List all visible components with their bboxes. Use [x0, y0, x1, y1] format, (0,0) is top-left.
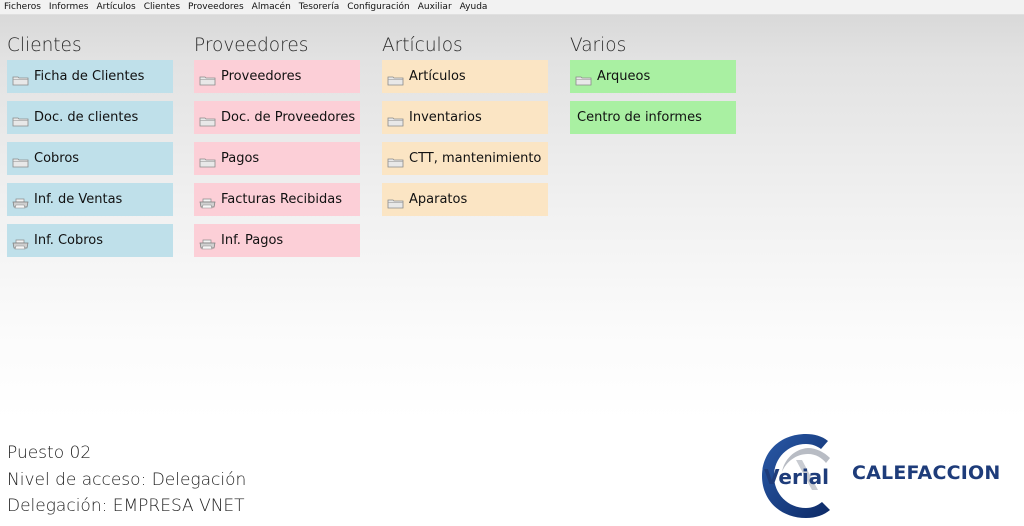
- tile-ctt-mantenimiento[interactable]: CTT, mantenimiento: [382, 142, 548, 175]
- menu-bar: Ficheros Informes Artículos Clientes Pro…: [0, 0, 1024, 15]
- folder-icon: [575, 71, 592, 86]
- tile-doc-de-clientes[interactable]: Doc. de clientes: [7, 101, 173, 134]
- folder-icon: [199, 112, 216, 127]
- printer-icon: [12, 235, 29, 250]
- status-panel: Puesto 02 Nivel de acceso: Delegación De…: [7, 440, 246, 520]
- tile-proveedores[interactable]: Proveedores: [194, 60, 360, 93]
- menu-proveedores[interactable]: Proveedores: [188, 2, 244, 12]
- tile-label: Aparatos: [409, 192, 468, 207]
- brand-name: CALEFACCION: [852, 462, 1001, 484]
- tile-label: Ficha de Clientes: [34, 69, 145, 84]
- tile-label: Arqueos: [597, 69, 651, 84]
- tile-label: Inf. Cobros: [34, 233, 104, 248]
- folder-icon: [12, 153, 29, 168]
- tile-label: Cobros: [34, 151, 80, 166]
- printer-icon: [199, 194, 216, 209]
- tile-arqueos[interactable]: Arqueos: [570, 60, 736, 93]
- menu-articulos[interactable]: Artículos: [97, 2, 136, 12]
- nivel-acceso-text: Nivel de acceso: Delegación: [7, 469, 247, 490]
- folder-icon: [387, 194, 404, 209]
- folder-icon: [387, 112, 404, 127]
- puesto-text: Puesto 02: [7, 443, 92, 463]
- tile-label: Proveedores: [221, 69, 302, 84]
- tile-label: Pagos: [221, 151, 260, 166]
- articulos-title: Artículos: [382, 35, 463, 56]
- folder-icon: [12, 71, 29, 86]
- tile-facturas-recibidas[interactable]: Facturas Recibidas: [194, 183, 360, 216]
- proveedores-title: Proveedores: [194, 35, 309, 56]
- varios-title: Varios: [570, 35, 627, 56]
- menu-ficheros[interactable]: Ficheros: [4, 2, 41, 12]
- folder-icon: [199, 71, 216, 86]
- folder-icon: [199, 153, 216, 168]
- menu-almacen[interactable]: Almacén: [252, 2, 291, 12]
- menu-clientes[interactable]: Clientes: [144, 2, 180, 12]
- menu-ayuda[interactable]: Ayuda: [460, 2, 488, 12]
- tile-ficha-de-clientes[interactable]: Ficha de Clientes: [7, 60, 173, 93]
- folder-icon: [387, 71, 404, 86]
- printer-icon: [12, 194, 29, 209]
- delegacion-text: Delegación: EMPRESA VNET: [7, 496, 245, 516]
- tile-label: Artículos: [409, 69, 466, 84]
- clientes-column: Clientes Ficha de Clientes Doc. de clien…: [7, 32, 173, 265]
- tile-centro-de-informes[interactable]: Centro de informes: [570, 101, 736, 134]
- tile-articulos[interactable]: Artículos: [382, 60, 548, 93]
- tile-label: Doc. de Proveedores: [221, 110, 356, 125]
- tile-pagos[interactable]: Pagos: [194, 142, 360, 175]
- printer-icon: [199, 235, 216, 250]
- tile-label: Inf. de Ventas: [34, 192, 123, 207]
- tile-label: Doc. de clientes: [34, 110, 139, 125]
- proveedores-column: Proveedores Proveedores Doc. de Proveedo…: [194, 32, 360, 265]
- tile-inf-de-ventas[interactable]: Inf. de Ventas: [7, 183, 173, 216]
- tile-cobros[interactable]: Cobros: [7, 142, 173, 175]
- menu-configuracion[interactable]: Configuración: [347, 2, 409, 12]
- verial-logo: Verial: [762, 434, 830, 518]
- clientes-title: Clientes: [7, 35, 82, 56]
- tile-label: Centro de informes: [577, 110, 702, 125]
- tile-inf-cobros[interactable]: Inf. Cobros: [7, 224, 173, 257]
- tile-label: Inf. Pagos: [221, 233, 284, 248]
- tile-label: Facturas Recibidas: [221, 192, 343, 207]
- tile-label: Inventarios: [409, 110, 482, 125]
- folder-icon: [387, 153, 404, 168]
- folder-icon: [12, 112, 29, 127]
- tile-label: CTT, mantenimiento: [409, 151, 542, 166]
- tile-inventarios[interactable]: Inventarios: [382, 101, 548, 134]
- logo-wordmark: Verial: [764, 465, 829, 489]
- varios-column: Varios Arqueos Centro de informes: [570, 32, 736, 142]
- tile-doc-de-proveedores[interactable]: Doc. de Proveedores: [194, 101, 360, 134]
- menu-auxiliar[interactable]: Auxiliar: [418, 2, 452, 12]
- menu-tesoreria[interactable]: Tesorería: [299, 2, 339, 12]
- articulos-column: Artículos Artículos Inventarios CTT, man…: [382, 32, 548, 224]
- tile-inf-pagos[interactable]: Inf. Pagos: [194, 224, 360, 257]
- menu-informes[interactable]: Informes: [49, 2, 89, 12]
- tile-aparatos[interactable]: Aparatos: [382, 183, 548, 216]
